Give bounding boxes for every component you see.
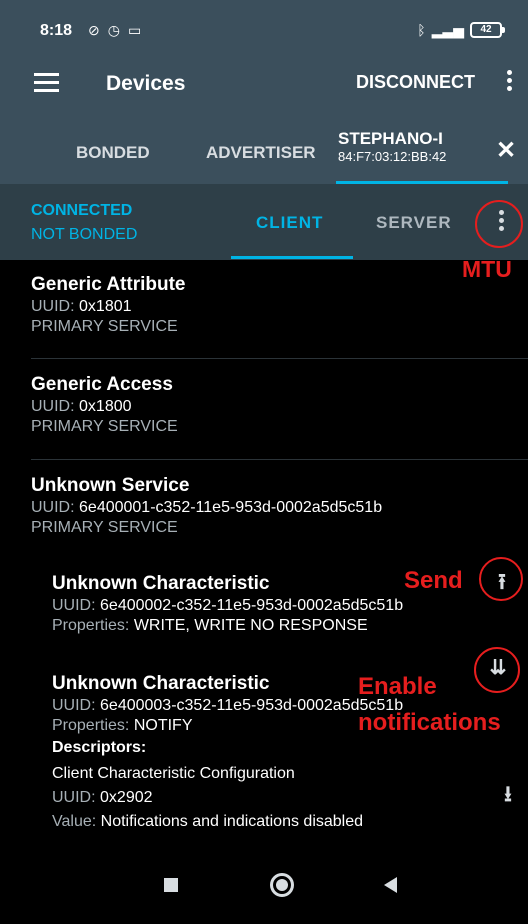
bond-state: NOT BONDED	[31, 226, 138, 243]
service-unknown[interactable]: Unknown Service UUID: 6e400001-c352-11e5…	[31, 474, 382, 538]
upload-icon[interactable]: ⭱	[491, 565, 513, 603]
tab-client[interactable]: CLIENT	[256, 213, 323, 233]
device-name: STEPHANO-I	[338, 129, 443, 148]
service-title: Generic Access	[31, 374, 173, 395]
no-alarm-icon: ⊘	[88, 22, 100, 38]
service-type: PRIMARY SERVICE	[31, 519, 178, 536]
service-type: PRIMARY SERVICE	[31, 318, 178, 335]
status-time: 8:18	[40, 22, 73, 39]
service-uuid: UUID: 0x1801	[31, 298, 132, 315]
alarm-icon: ◷	[107, 22, 120, 38]
service-uuid: UUID: 6e400001-c352-11e5-953d-0002a5d5c5…	[31, 499, 383, 516]
close-icon[interactable]: ✕	[496, 136, 516, 165]
download-icon[interactable]: ⭳	[497, 777, 519, 815]
service-title: Unknown Service	[31, 475, 190, 496]
app-bar: Devices DISCONNECT	[0, 44, 528, 118]
device-mac: 84:F7:03:12:BB:42	[338, 149, 447, 164]
divider	[31, 459, 528, 460]
recents-icon[interactable]	[164, 878, 178, 892]
bluetooth-icon: ᛒ	[417, 22, 426, 38]
connection-bar: CONNECTED NOT BONDED CLIENT SERVER	[0, 184, 528, 260]
descriptor-uuid: UUID: 0x2902	[52, 789, 153, 806]
descriptor-value: Value: Notifications and indications dis…	[52, 813, 364, 830]
client-tab-indicator	[231, 256, 353, 259]
characteristic-notify[interactable]: Unknown Characteristic UUID: 6e400003-c3…	[52, 672, 403, 832]
characteristic-properties: Properties: NOTIFY	[52, 717, 193, 734]
status-bar: 8:18 ⊘ ◷ ▭ ᛒ ▂▃▅ 42	[0, 0, 528, 44]
characteristic-title: Unknown Characteristic	[52, 673, 270, 694]
annotation-notifications: notifications	[358, 709, 501, 736]
signal-icon: ▂▃▅	[431, 22, 464, 38]
disconnect-button[interactable]: DISCONNECT	[356, 72, 475, 93]
notify-toggle-icon[interactable]: ⇊	[484, 655, 512, 680]
menu-icon[interactable]	[34, 73, 59, 93]
mtu-highlight-circle	[475, 200, 523, 248]
characteristic-title: Unknown Characteristic	[52, 573, 270, 594]
app-title: Devices	[106, 72, 186, 95]
back-icon[interactable]	[384, 877, 397, 893]
descriptors-heading: Descriptors:	[52, 739, 147, 756]
tab-bonded[interactable]: BONDED	[76, 143, 150, 163]
divider	[31, 358, 528, 359]
more-options-icon[interactable]	[504, 67, 514, 97]
status-icons-left: ⊘ ◷ ▭	[88, 22, 141, 38]
service-type: PRIMARY SERVICE	[31, 418, 178, 435]
tab-advertiser[interactable]: ADVERTISER	[206, 143, 316, 163]
service-generic-attribute[interactable]: Generic Attribute UUID: 0x1801 PRIMARY S…	[31, 273, 186, 337]
service-uuid: UUID: 0x1800	[31, 398, 132, 415]
characteristic-uuid: UUID: 6e400003-c352-11e5-953d-0002a5d5c5…	[52, 697, 404, 714]
service-title: Generic Attribute	[31, 274, 186, 295]
device-tabs: BONDED ADVERTISER STEPHANO-I 84:F7:03:12…	[0, 118, 528, 184]
characteristic-write[interactable]: Unknown Characteristic UUID: 6e400002-c3…	[52, 572, 403, 636]
annotation-enable: Enable	[358, 673, 437, 700]
annotation-send: Send	[404, 567, 463, 594]
descriptor-name: Client Characteristic Configuration	[52, 765, 295, 782]
characteristic-uuid: UUID: 6e400002-c352-11e5-953d-0002a5d5c5…	[52, 597, 404, 614]
system-nav-bar	[0, 848, 528, 924]
service-generic-access[interactable]: Generic Access UUID: 0x1800 PRIMARY SERV…	[31, 373, 178, 437]
tab-device[interactable]: STEPHANO-I 84:F7:03:12:BB:42	[338, 130, 446, 166]
annotation-mtu: MTU	[462, 256, 512, 282]
connection-state: CONNECTED	[31, 202, 133, 219]
characteristic-properties: Properties: WRITE, WRITE NO RESPONSE	[52, 617, 368, 634]
home-icon[interactable]	[270, 873, 294, 897]
tab-server[interactable]: SERVER	[376, 213, 452, 233]
screen-icon: ▭	[127, 22, 142, 38]
battery-icon: 42	[470, 22, 505, 38]
status-icons-right: ᛒ ▂▃▅ 42	[417, 22, 505, 38]
